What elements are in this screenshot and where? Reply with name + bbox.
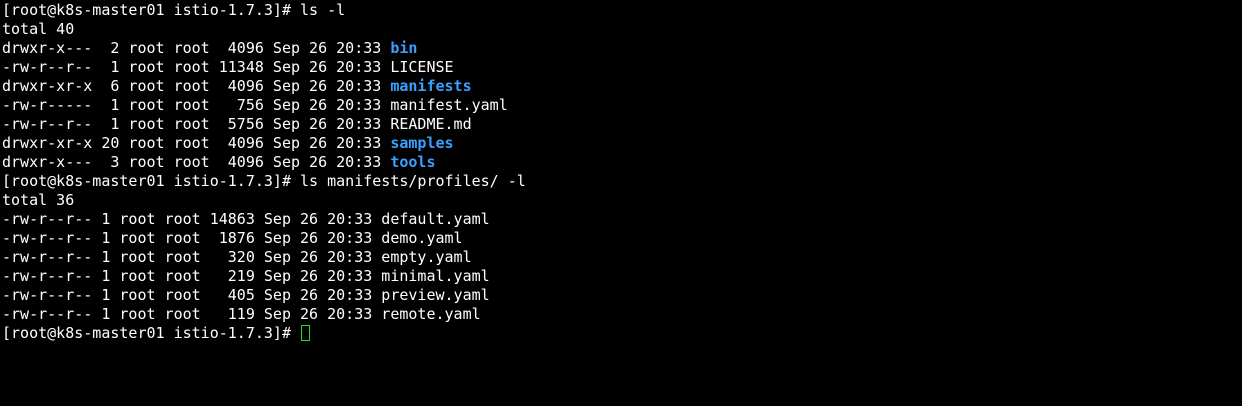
file-entry-row: drwxr-xr-x 20 root root 4096 Sep 26 20:3… (2, 134, 1242, 153)
shell-prompt: [root@k8s-master01 istio-1.7.3]# (2, 172, 301, 190)
file-entry-row: -rw-r----- 1 root root 756 Sep 26 20:33 … (2, 96, 1242, 115)
file-entry-row: drwxr-x--- 3 root root 4096 Sep 26 20:33… (2, 153, 1242, 172)
file-entry-row: -rw-r--r-- 1 root root 11348 Sep 26 20:3… (2, 58, 1242, 77)
file-entry-row: -rw-r--r-- 1 root root 219 Sep 26 20:33 … (2, 267, 1242, 286)
file-metadata: drwxr-xr-x 6 root root 4096 Sep 26 20:33 (2, 77, 391, 95)
directory-name: bin (390, 39, 418, 57)
file-name: preview.yaml (381, 286, 490, 304)
file-metadata: -rw-r--r-- 1 root root 119 Sep 26 20:33 (2, 305, 382, 323)
file-metadata: -rw-r--r-- 1 root root 320 Sep 26 20:33 (2, 248, 382, 266)
file-metadata: drwxr-x--- 2 root root 4096 Sep 26 20:33 (2, 39, 391, 57)
file-entry-row: -rw-r--r-- 1 root root 405 Sep 26 20:33 … (2, 286, 1242, 305)
shell-prompt: [root@k8s-master01 istio-1.7.3]# (2, 324, 301, 342)
file-metadata: drwxr-xr-x 20 root root 4096 Sep 26 20:3… (2, 134, 391, 152)
file-name: README.md (390, 115, 472, 133)
command-line-active[interactable]: [root@k8s-master01 istio-1.7.3]# (2, 324, 1242, 343)
file-metadata: drwxr-x--- 3 root root 4096 Sep 26 20:33 (2, 153, 391, 171)
file-metadata: -rw-r--r-- 1 root root 5756 Sep 26 20:33 (2, 115, 391, 133)
command-line-1: [root@k8s-master01 istio-1.7.3]# ls -l (2, 1, 1242, 20)
file-entry-row: -rw-r--r-- 1 root root 5756 Sep 26 20:33… (2, 115, 1242, 134)
file-entry-row: -rw-r--r-- 1 root root 119 Sep 26 20:33 … (2, 305, 1242, 324)
directory-name: manifests (390, 77, 472, 95)
file-metadata: -rw-r----- 1 root root 756 Sep 26 20:33 (2, 96, 391, 114)
file-metadata: -rw-r--r-- 1 root root 219 Sep 26 20:33 (2, 267, 382, 285)
cursor-icon[interactable] (301, 325, 311, 341)
file-entry-row: -rw-r--r-- 1 root root 320 Sep 26 20:33 … (2, 248, 1242, 267)
command-text: ls manifests/profiles/ -l (300, 172, 526, 190)
file-name: demo.yaml (381, 229, 463, 247)
file-entry-row: -rw-r--r-- 1 root root 14863 Sep 26 20:3… (2, 210, 1242, 229)
directory-name: tools (390, 153, 436, 171)
listing-total: total 40 (2, 20, 75, 38)
file-metadata: -rw-r--r-- 1 root root 14863 Sep 26 20:3… (2, 210, 382, 228)
listing-total: total 36 (2, 191, 75, 209)
file-name: remote.yaml (381, 305, 481, 323)
command-text: ls -l (300, 1, 346, 19)
file-name: default.yaml (381, 210, 490, 228)
file-entry-row: drwxr-xr-x 6 root root 4096 Sep 26 20:33… (2, 77, 1242, 96)
file-name: manifest.yaml (390, 96, 508, 114)
file-entry-row: drwxr-x--- 2 root root 4096 Sep 26 20:33… (2, 39, 1242, 58)
file-name: LICENSE (390, 58, 454, 76)
directory-listing-2: -rw-r--r-- 1 root root 14863 Sep 26 20:3… (2, 210, 1242, 324)
file-name: empty.yaml (381, 248, 472, 266)
command-line-2: [root@k8s-master01 istio-1.7.3]# ls mani… (2, 172, 1242, 191)
directory-name: samples (390, 134, 454, 152)
file-entry-row: -rw-r--r-- 1 root root 1876 Sep 26 20:33… (2, 229, 1242, 248)
file-metadata: -rw-r--r-- 1 root root 1876 Sep 26 20:33 (2, 229, 382, 247)
file-name: minimal.yaml (381, 267, 490, 285)
file-metadata: -rw-r--r-- 1 root root 11348 Sep 26 20:3… (2, 58, 391, 76)
directory-listing-1: drwxr-x--- 2 root root 4096 Sep 26 20:33… (2, 39, 1242, 172)
terminal-window[interactable]: [root@k8s-master01 istio-1.7.3]# ls -l t… (0, 0, 1242, 406)
shell-prompt: [root@k8s-master01 istio-1.7.3]# (2, 1, 301, 19)
file-metadata: -rw-r--r-- 1 root root 405 Sep 26 20:33 (2, 286, 382, 304)
